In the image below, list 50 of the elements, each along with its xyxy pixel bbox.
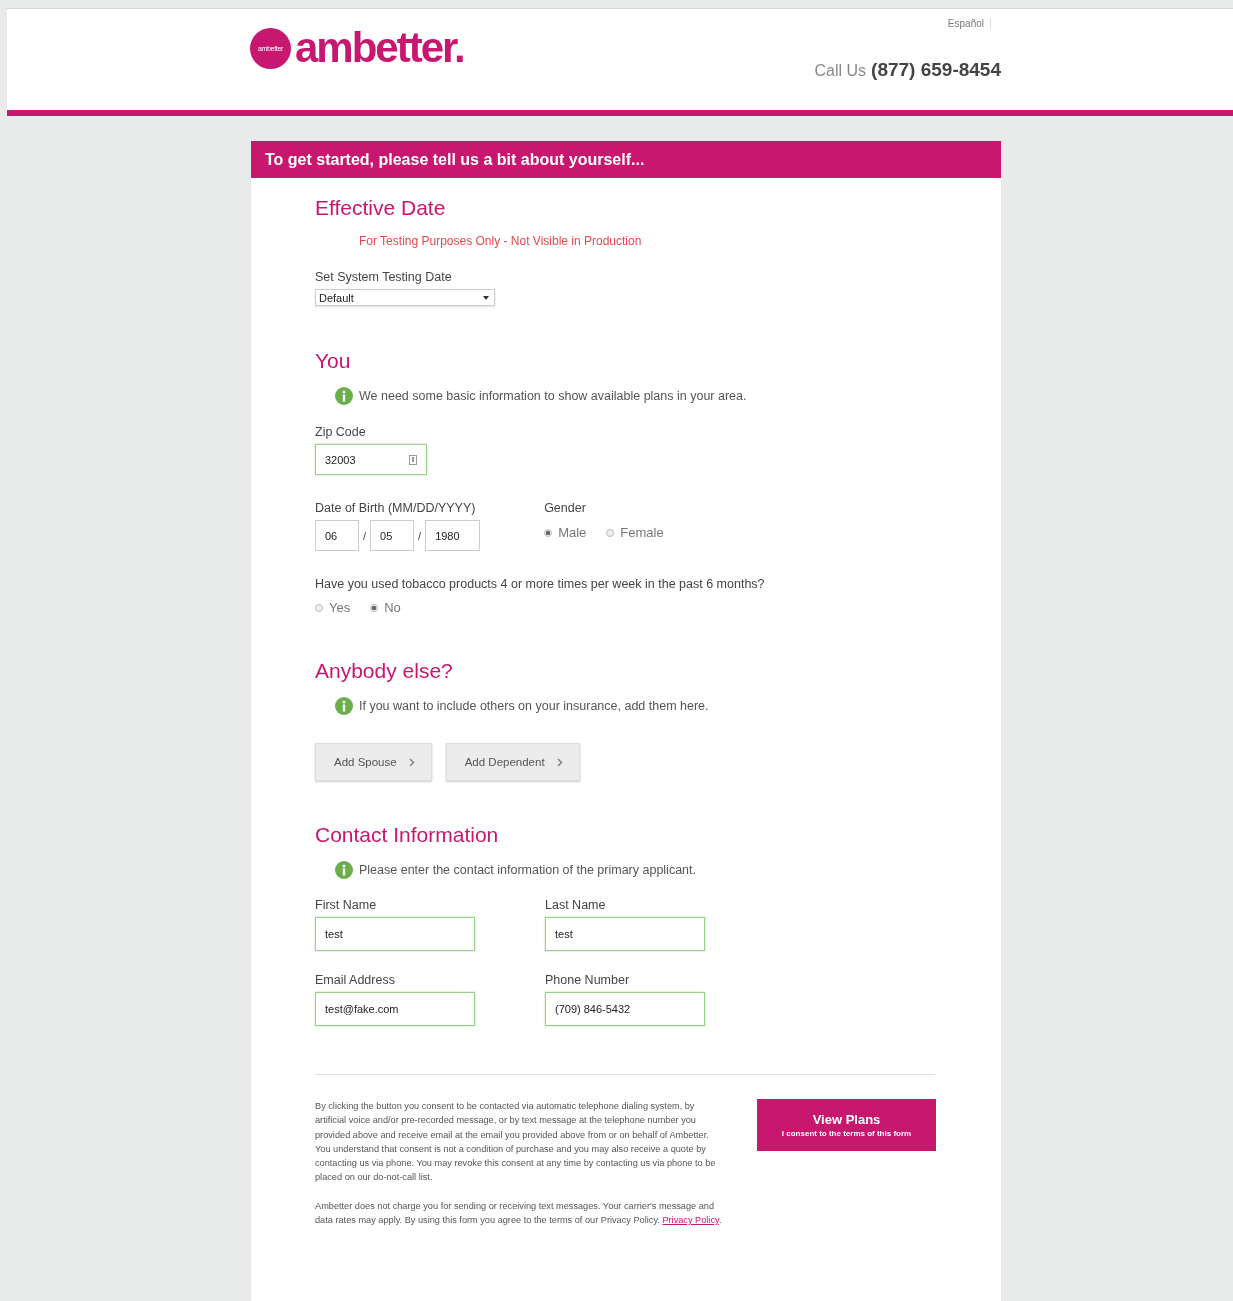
- date-separator: /: [417, 529, 423, 542]
- zip-field[interactable]: 32003: [315, 444, 427, 475]
- date-select[interactable]: Default: [315, 289, 495, 306]
- question-text: Have you used tobacco products 4 or more times per week in the past 6 months?: [315, 577, 766, 591]
- radio-option[interactable]: Female: [606, 525, 664, 540]
- language-link[interactable]: Español: [947, 18, 991, 29]
- section-heading: You: [315, 349, 352, 373]
- date-field[interactable]: 06: [315, 520, 359, 551]
- info-icon: [335, 387, 353, 405]
- info-text: We need some basic information to show available plans in your area.: [359, 389, 747, 403]
- phone-number: (877) 659-8454: [871, 59, 1001, 81]
- privacy-paragraph: Ambetter does not charge you for sending or receiving text messages. Your carrier's message and data rates may apply. By using this form you agree to the terms of our Privacy Policy. Privacy Policy.: [315, 1199, 723, 1228]
- section-heading: Effective Date: [315, 196, 447, 220]
- date-separator: /: [362, 529, 368, 542]
- section-heading: Anybody else?: [315, 659, 454, 683]
- input-field[interactable]: test: [315, 917, 475, 951]
- privacy-link[interactable]: Privacy Policy: [662, 1215, 719, 1226]
- info-text: Please enter the contact information of the primary applicant.: [359, 863, 696, 877]
- input-field[interactable]: (709) 846-5432: [545, 992, 705, 1026]
- consent-paragraph: By clicking the button you consent to be contacted via automatic telephone dialing system, by artificial voice and/or pre-recorded message, or by text message at the telephone number you provided above and receive email at the email you provided above from or on behalf of Ambetter. You understand that consent is not a condition of purchase and you may also receive a quote by contacting us via phone. You may revoke this consent at any time by contacting us via phone to be placed on our do-not-call list.: [315, 1100, 717, 1185]
- info-text: If you want to include others on your insurance, add them here.: [359, 699, 709, 713]
- chevron-right-icon: [408, 757, 415, 767]
- testing-notice: For Testing Purposes Only - Not Visible in Production: [359, 234, 643, 248]
- info-icon: [335, 861, 353, 879]
- input-field[interactable]: test@fake.com: [315, 992, 475, 1026]
- field-label: Gender: [544, 501, 587, 515]
- caret-icon: [483, 295, 489, 300]
- field-label: Zip Code: [315, 425, 367, 439]
- radio-option[interactable]: No: [370, 600, 401, 615]
- field-label: Email Address: [315, 973, 396, 987]
- field-icon: [409, 454, 417, 465]
- field-label: Phone Number: [545, 973, 631, 987]
- add-button[interactable]: Add Spouse: [315, 743, 432, 781]
- info-icon: [335, 697, 353, 715]
- add-button[interactable]: Add Dependent: [445, 743, 580, 781]
- view-plans-button[interactable]: View Plans I consent to the terms of this form: [757, 1099, 936, 1151]
- call-label: Call Us: [814, 62, 867, 80]
- logo-wordmark: ambetter.: [295, 26, 464, 70]
- form-banner: To get started, please tell us a bit about yourself...: [251, 141, 1001, 178]
- date-field[interactable]: 1980: [425, 520, 481, 551]
- date-field[interactable]: 05: [370, 520, 415, 551]
- input-field[interactable]: test: [545, 917, 705, 951]
- radio-option[interactable]: Yes: [315, 600, 351, 615]
- field-label: Date of Birth (MM/DD/YYYY): [315, 501, 477, 515]
- field-label: First Name: [315, 898, 378, 912]
- section-heading: Contact Information: [315, 823, 500, 847]
- chevron-right-icon: [556, 757, 563, 767]
- radio-option[interactable]: Male: [544, 525, 587, 540]
- field-label: Last Name: [545, 898, 607, 912]
- field-label: Set System Testing Date: [315, 270, 453, 284]
